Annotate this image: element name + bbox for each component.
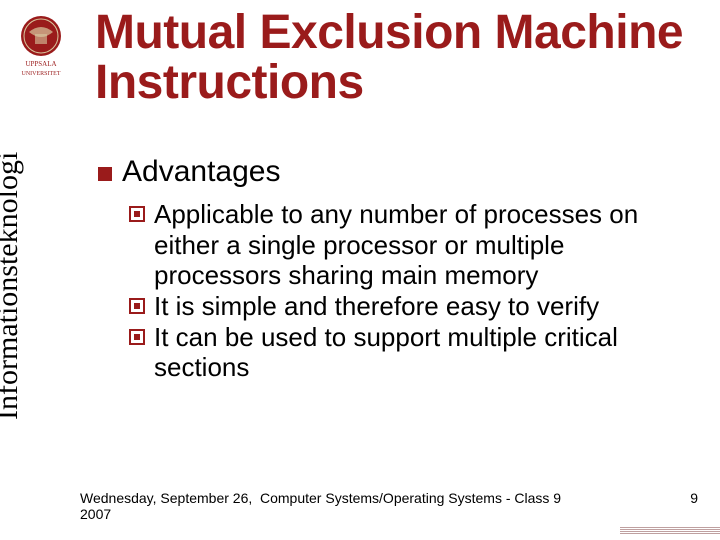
sidebar-vertical-label: Informationsteknologi — [0, 152, 25, 420]
target-bullet-icon — [128, 205, 146, 223]
decorative-stripes — [620, 526, 720, 534]
content-area: Advantages Applicable to any number of p… — [98, 155, 678, 383]
list-item: It is simple and therefore easy to verif… — [128, 291, 678, 322]
sublist-text: It is simple and therefore easy to verif… — [154, 291, 599, 322]
logo-text-bottom: UNIVERSITET — [22, 71, 61, 77]
target-bullet-icon — [128, 297, 146, 315]
list-item: Applicable to any number of processes on… — [128, 199, 678, 291]
sublist: Applicable to any number of processes on… — [128, 199, 678, 383]
bullet-item: Advantages — [98, 155, 678, 189]
footer-center: Computer Systems/Operating Systems - Cla… — [260, 490, 690, 506]
page-number: 9 — [690, 490, 698, 506]
footer-date: Wednesday, September 26, 2007 — [80, 490, 260, 522]
bullet-label: Advantages — [122, 155, 280, 189]
sublist-text: It can be used to support multiple criti… — [154, 322, 678, 383]
slide-title: Mutual Exclusion Machine Instructions — [95, 8, 720, 109]
university-logo: UPPSALA UNIVERSITET — [12, 12, 70, 80]
logo-text-top: UPPSALA — [25, 60, 56, 68]
sublist-text: Applicable to any number of processes on… — [154, 199, 678, 291]
square-bullet-icon — [98, 167, 112, 181]
target-bullet-icon — [128, 328, 146, 346]
list-item: It can be used to support multiple criti… — [128, 322, 678, 383]
slide-footer: Wednesday, September 26, 2007 Computer S… — [0, 490, 720, 522]
